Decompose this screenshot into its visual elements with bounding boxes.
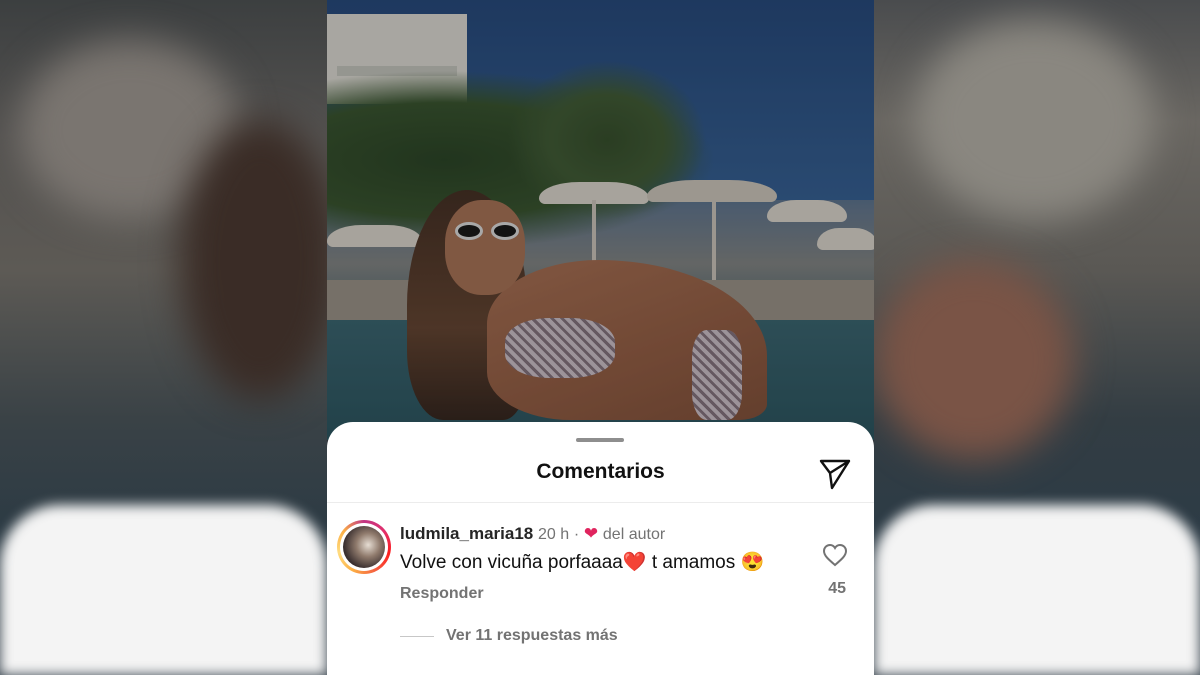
view-more-replies[interactable]: Ver 11 respuestas más (400, 627, 618, 645)
comment-username[interactable]: ludmila_maria18 (400, 524, 533, 543)
heart-eyes-emoji: 😍 (740, 552, 765, 573)
comment-time: 20 h (537, 526, 570, 543)
comment-text: Volve con vicuña porfaaaa❤️ t amamos 😍 (400, 550, 764, 574)
reply-button[interactable]: Responder (400, 585, 484, 603)
comments-sheet: Comentarios ludmila_maria18 20 h · ❤ del… (327, 422, 874, 675)
photo-dim-overlay (327, 0, 874, 440)
replies-divider-line (400, 635, 434, 637)
blurred-sheet (874, 505, 1200, 675)
blur-blob (914, 20, 1154, 220)
blurred-background-left (0, 0, 327, 675)
comment-meta: ludmila_maria18 20 h · ❤ del autor (400, 524, 665, 544)
like-count: 45 (828, 580, 846, 597)
heart-outline-icon (822, 543, 848, 567)
blur-blob (874, 260, 1074, 460)
comment-text-part: Volve con vicuña porfaaaa (400, 552, 623, 573)
avatar-image (343, 526, 385, 568)
view-more-replies-label: Ver 11 respuestas más (446, 627, 618, 644)
blur-blob (180, 120, 327, 400)
sheet-drag-handle[interactable] (576, 438, 624, 442)
meta-separator: · (573, 526, 580, 543)
post-photo (327, 0, 874, 440)
red-heart-emoji: ❤️ (622, 552, 647, 573)
blurred-background-right (874, 0, 1200, 675)
blurred-sheet (0, 505, 327, 675)
heart-icon: ❤ (583, 524, 599, 543)
liked-by-author-label: del autor (602, 526, 666, 543)
comment-text-part: t amamos (646, 552, 741, 573)
share-button[interactable] (818, 456, 852, 490)
like-button[interactable] (822, 543, 848, 567)
paper-plane-icon (819, 459, 851, 490)
avatar[interactable] (337, 520, 391, 574)
header-divider (327, 502, 874, 503)
sheet-title: Comentarios (536, 460, 665, 483)
